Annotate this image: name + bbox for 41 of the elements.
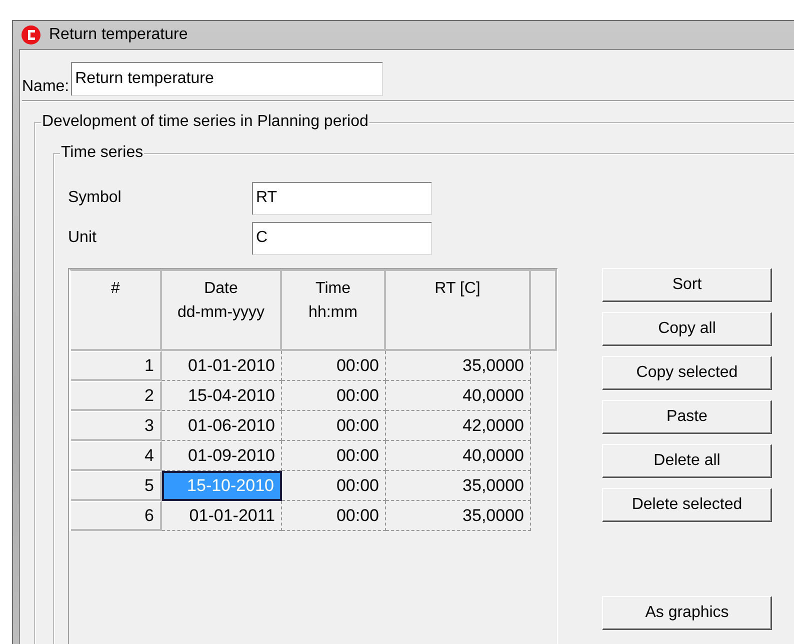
field-label: Unit: [68, 229, 98, 247]
table-cell: 42,0000: [386, 411, 531, 441]
table-cell: 40,0000: [386, 441, 531, 471]
input-field[interactable]: C: [252, 222, 432, 254]
table-cell[interactable]: 15-04-2010: [162, 381, 282, 411]
table-cell[interactable]: 01-01-2011: [162, 501, 282, 531]
action-button[interactable]: Delete selected: [602, 488, 772, 522]
action-button[interactable]: As graphics: [602, 596, 772, 630]
field-label: Symbol: [68, 189, 122, 207]
table-cell: 00:00: [282, 441, 386, 471]
column-header: Date dd-mm-yyyy: [162, 271, 282, 351]
table-cell: 00:00: [282, 381, 386, 411]
table-cell: 40,0000: [386, 381, 531, 411]
action-button[interactable]: Copy selected: [602, 356, 772, 390]
table-cell[interactable]: 01-06-2010: [162, 411, 282, 441]
table-cell: 35,0000: [386, 351, 531, 381]
table-cell: 00:00: [282, 351, 386, 381]
row-number: 4: [71, 441, 162, 471]
app-icon: [21, 25, 41, 45]
window-title: Return temperature: [49, 26, 188, 44]
row-number: 1: [71, 351, 162, 381]
row-number: 3: [71, 411, 162, 441]
group-title: Development of time series in Planning period: [41, 113, 370, 131]
table-cell[interactable]: 01-01-2010: [162, 351, 282, 381]
row-number: 2: [71, 381, 162, 411]
field-label: Name:: [22, 78, 70, 96]
column-header: RT [C]: [386, 271, 531, 351]
action-button[interactable]: Sort: [602, 268, 772, 302]
name-field[interactable]: Return temperature: [71, 62, 384, 96]
table-cell: 35,0000: [386, 501, 531, 531]
action-button[interactable]: Paste: [602, 400, 772, 434]
row-number: 6: [71, 501, 162, 531]
table-cell: 00:00: [282, 471, 386, 501]
table-cell: 35,0000: [386, 471, 531, 501]
column-header: #: [71, 271, 162, 351]
table-cell: 00:00: [282, 501, 386, 531]
input-field[interactable]: RT: [252, 182, 432, 214]
action-button[interactable]: Copy all: [602, 312, 772, 346]
table-cell: 00:00: [282, 411, 386, 441]
column-header: Time hh:mm: [282, 271, 386, 351]
action-button[interactable]: Delete all: [602, 444, 772, 478]
